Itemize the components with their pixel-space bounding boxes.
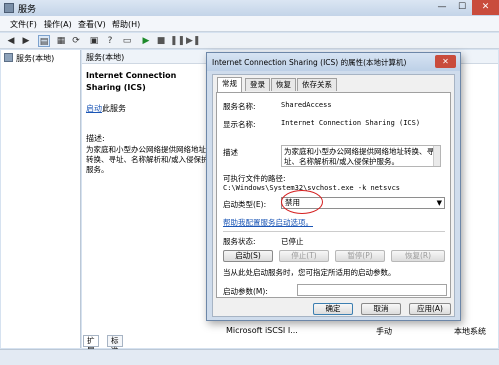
highlight-circle (281, 190, 323, 214)
row-service-name: Microsoft iSCSI I... (226, 326, 298, 335)
display-name-label: 显示名称: (223, 120, 256, 129)
dialog-title: Internet Connection Sharing (ICS) 的属性(本地… (212, 58, 407, 67)
apply-button[interactable]: 应用(A) (409, 303, 451, 315)
properties-icon[interactable]: ▦ (55, 35, 67, 47)
title-bar: 服务 — ☐ ✕ (0, 0, 499, 16)
service-name-value: SharedAccess (281, 101, 332, 109)
tab-standard[interactable]: 标准 (107, 335, 123, 355)
start-service-icon[interactable]: ▶ (140, 35, 152, 47)
menu-bar: 文件(F) 操作(A) 查看(V) 帮助(H) (0, 16, 499, 32)
tree-item-services-local[interactable]: 服务(本地) (4, 53, 54, 64)
properties-dialog: Internet Connection Sharing (ICS) 的属性(本地… (206, 52, 461, 321)
service-status-value: 已停止 (281, 237, 304, 246)
chevron-down-icon: ▼ (436, 199, 442, 207)
tab-logon[interactable]: 登录 (245, 78, 270, 91)
description-text: 为家庭和小型办公网络提供网络地址转换、寻址、名称解析和/或入侵保护服务。 (86, 145, 209, 174)
description-text: 为家庭和小型办公网络提供网络地址转换、寻址、名称解析和/或入侵保护服务。 (284, 147, 434, 166)
tab-general[interactable]: 常规 (217, 77, 242, 92)
dialog-body: 常规 登录 恢复 依存关系 服务名称: SharedAccess 显示名称: I… (212, 74, 455, 317)
start-button[interactable]: 启动(S) (223, 250, 273, 262)
minimize-button[interactable]: — (432, 0, 452, 15)
tab-extended[interactable]: 扩展 (83, 335, 99, 355)
menu-action[interactable]: 操作(A) (44, 19, 72, 30)
gear-icon (4, 53, 13, 62)
status-bar (0, 349, 499, 365)
console-icon[interactable]: ▭ (121, 35, 133, 47)
description-box: 为家庭和小型办公网络提供网络地址转换、寻址、名称解析和/或入侵保护服务。 (281, 145, 441, 167)
services-app-icon (4, 3, 14, 13)
divider (223, 231, 445, 232)
description-scrollbar[interactable] (433, 146, 440, 166)
start-params-label: 启动参数(M): (223, 287, 268, 296)
services-window: 服务 — ☐ ✕ 文件(F) 操作(A) 查看(V) 帮助(H) ◀ ▶ ▤ ▦… (0, 0, 499, 365)
pause-button[interactable]: 暂停(P) (335, 250, 385, 262)
close-button[interactable]: ✕ (472, 0, 499, 15)
menu-view[interactable]: 查看(V) (78, 19, 106, 30)
display-name-value: Internet Connection Sharing (ICS) (281, 119, 421, 127)
cancel-button[interactable]: 取消 (361, 303, 401, 315)
restart-service-icon[interactable]: ▶❚ (186, 35, 200, 47)
start-service-link[interactable]: 启动 (86, 103, 102, 114)
menu-file[interactable]: 文件(F) (10, 19, 37, 30)
start-service-text: 此服务 (102, 104, 126, 113)
general-tab-panel: 服务名称: SharedAccess 显示名称: Internet Connec… (216, 92, 451, 298)
row-startup-type: 手动 (376, 327, 392, 336)
refresh-icon[interactable]: ⟳ (70, 35, 82, 47)
toolbar: ◀ ▶ ▤ ▦ ⟳ ▣ ? ▭ ▶ ■ ❚❚ ▶❚ (0, 33, 499, 49)
maximize-button[interactable]: ☐ (452, 0, 472, 15)
stop-service-icon[interactable]: ■ (155, 35, 167, 47)
tree-pane: 服务(本地) (1, 50, 81, 348)
resume-button[interactable]: 恢复(R) (391, 250, 445, 262)
window-title: 服务 (18, 5, 37, 15)
export-list-icon[interactable]: ▣ (88, 35, 100, 47)
show-tree-icon[interactable]: ▤ (38, 35, 50, 47)
stop-button[interactable]: 停止(T) (279, 250, 329, 262)
back-arrow-icon[interactable]: ◀ (5, 35, 17, 47)
forward-arrow-icon[interactable]: ▶ (20, 35, 32, 47)
start-params-hint: 当从此处启动服务时，您可指定所适用的启动参数。 (223, 268, 396, 277)
start-params-input[interactable] (297, 284, 447, 296)
exe-path-label: 可执行文件的路径: (223, 174, 286, 183)
help-config-link[interactable]: 帮助我配置服务启动选项。 (223, 217, 313, 228)
dialog-title-bar: Internet Connection Sharing (ICS) 的属性(本地… (207, 53, 460, 71)
service-name-label: 服务名称: (223, 102, 256, 111)
startup-type-label: 启动类型(E): (223, 200, 267, 209)
ok-button[interactable]: 确定 (313, 303, 353, 315)
service-status-label: 服务状态: (223, 237, 256, 246)
row-logon-account: 本地系统 (454, 327, 486, 336)
tab-recovery[interactable]: 恢复 (271, 78, 296, 91)
pause-service-icon[interactable]: ❚❚ (170, 35, 185, 47)
menu-help[interactable]: 帮助(H) (112, 19, 140, 30)
help-icon[interactable]: ? (104, 35, 116, 47)
dialog-close-button[interactable]: ✕ (435, 55, 456, 68)
description-label: 描述 (223, 148, 238, 157)
tab-dependencies[interactable]: 依存关系 (297, 78, 337, 91)
service-title: Internet Connection Sharing (ICS) (86, 71, 177, 92)
description-label: 描述: (86, 134, 105, 143)
